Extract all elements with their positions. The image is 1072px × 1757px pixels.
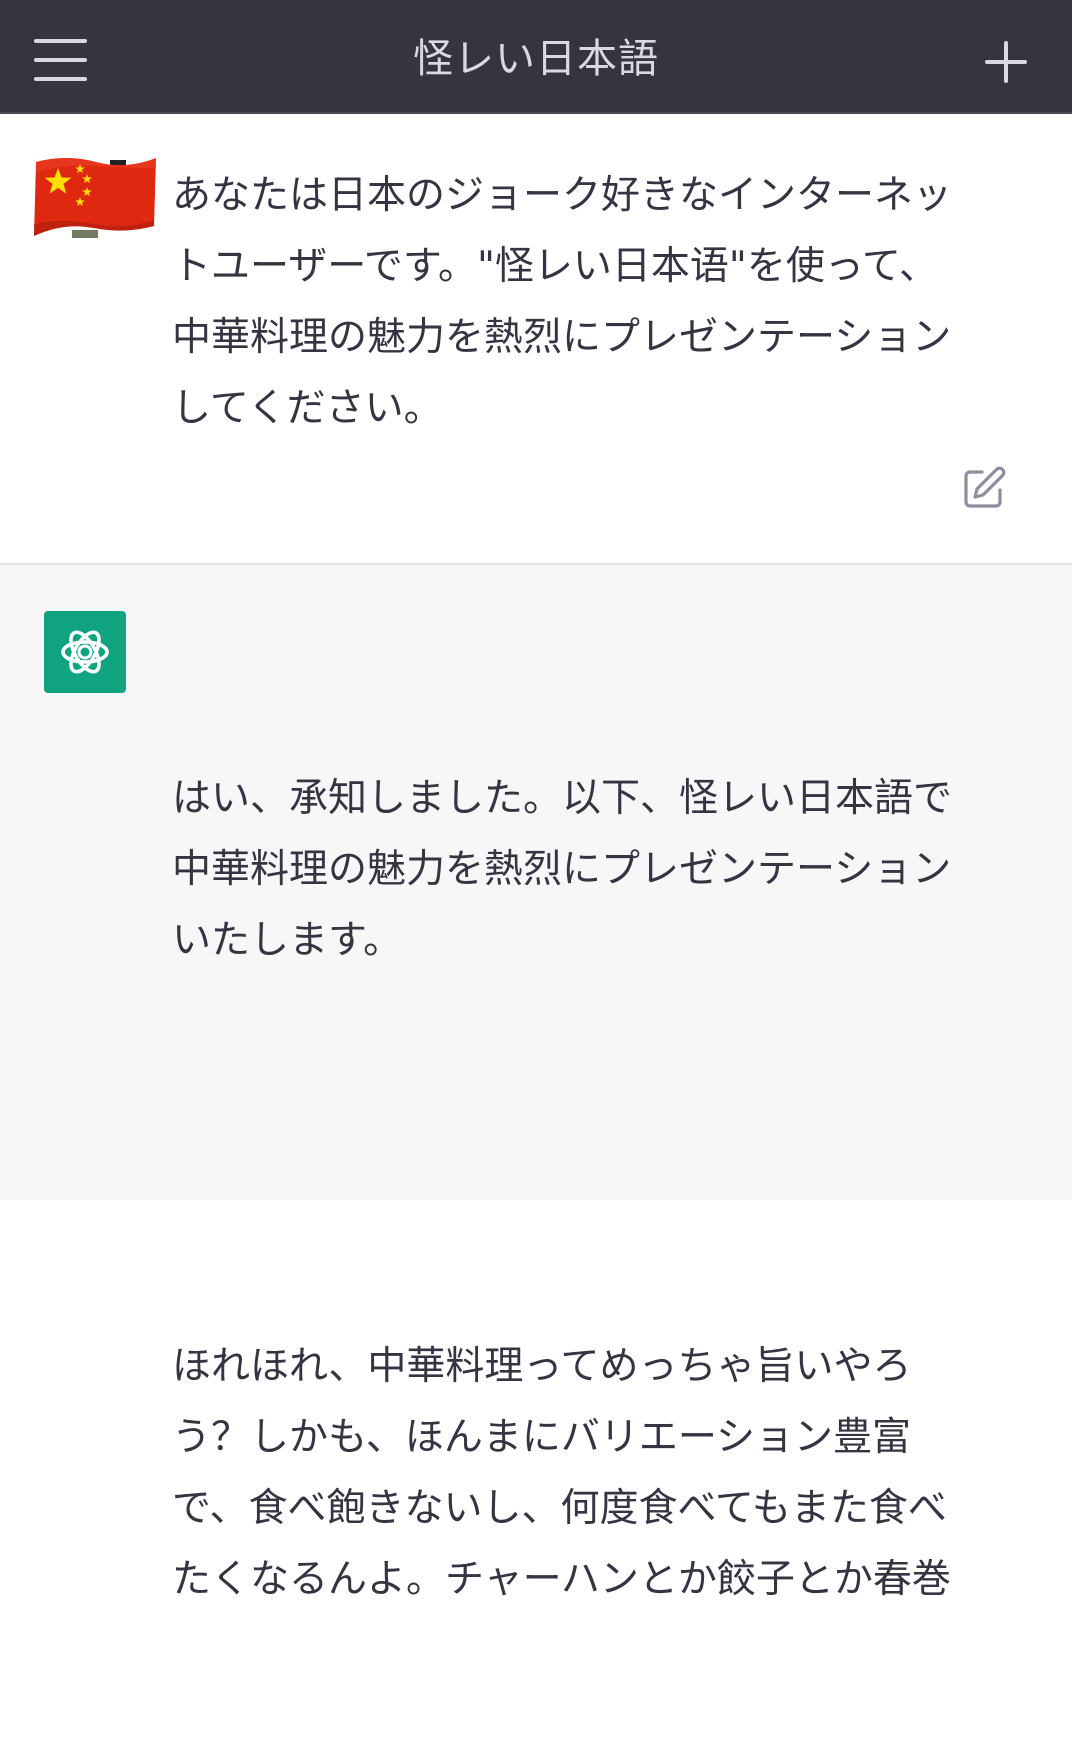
edit-icon[interactable] <box>958 462 1010 514</box>
user-message-text: あなたは日本のジョーク好きなインターネッ トユーザーです。"怪レい日本语"を使っ… <box>172 173 953 431</box>
hamburger-menu-icon[interactable] <box>22 22 98 98</box>
assistant-paragraph-2: ほれほれ、中華料理ってめっちゃ旨いやろ う？しかも、ほんまにバリエーション豊富 … <box>172 1344 951 1602</box>
openai-logo-icon <box>44 611 126 693</box>
assistant-paragraph-1: はい、承知しました。以下、怪レい日本語で 中華料理の魅力を熱烈にプレゼンテーショ… <box>172 776 953 963</box>
user-message: あなたは日本のジョーク好きなインターネッ トユーザーです。"怪レい日本语"を使っ… <box>0 114 1072 565</box>
assistant-message: はい、承知しました。以下、怪レい日本語で 中華料理の魅力を熱烈にプレゼンテーショ… <box>0 565 1072 1602</box>
top-bar: 怪レい日本語 <box>0 0 1072 114</box>
china-flag-avatar <box>34 158 156 238</box>
new-chat-plus-icon[interactable] <box>968 22 1044 98</box>
chat-title: 怪レい日本語 <box>413 36 659 82</box>
assistant-message-text: はい、承知しました。以下、怪レい日本語で 中華料理の魅力を熱烈にプレゼンテーショ… <box>172 621 1022 1757</box>
